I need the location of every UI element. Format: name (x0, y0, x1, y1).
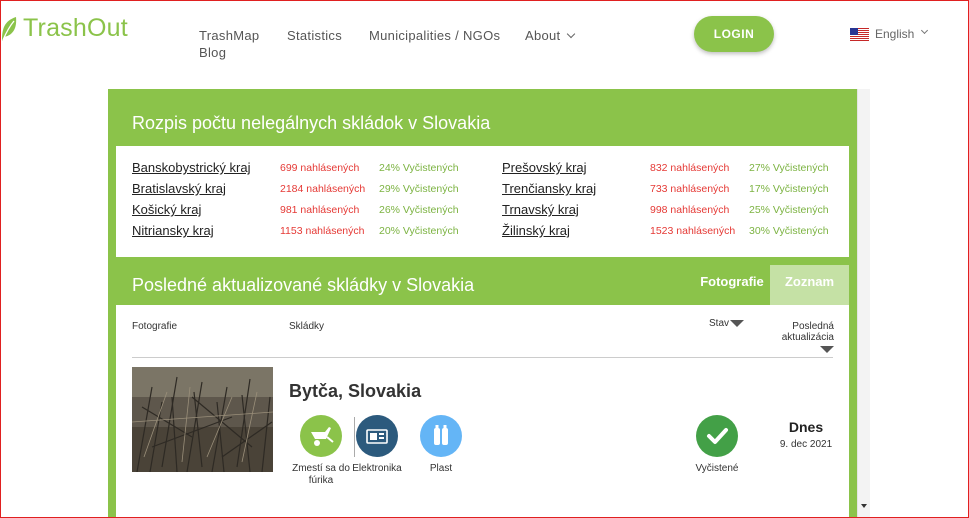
status-header-label: Stav (709, 318, 730, 329)
region-link[interactable]: Bratislavský kraj (132, 181, 226, 196)
chevron-down-icon (921, 26, 929, 34)
nav-municipalities-ngos[interactable]: Municipalities / NGOs (369, 28, 500, 43)
nav-trashmap[interactable]: TrashMap (199, 28, 259, 43)
category-label: Zmestí sa do fúrika (292, 463, 350, 486)
nav-blog[interactable]: Blog (199, 45, 226, 60)
region-cleaned-percent: 26% Vyčistených (379, 204, 459, 216)
dump-location[interactable]: Bytča, Slovakia (289, 381, 421, 402)
leaf-icon (2, 16, 17, 41)
region-cleaned-percent: 17% Vyčistených (749, 183, 829, 195)
region-link[interactable]: Košický kraj (132, 202, 201, 217)
nav-about[interactable]: About (525, 28, 576, 43)
region-cleaned-percent: 30% Vyčistených (749, 225, 829, 237)
nav-about-label: About (525, 28, 561, 43)
scroll-down-arrow-icon[interactable] (861, 504, 867, 508)
nav-statistics[interactable]: Statistics (287, 28, 342, 43)
category-electronics: Elektronika (346, 415, 408, 475)
region-cleaned-percent: 27% Vyčistených (749, 162, 829, 174)
region-reported-count: 699 nahlásených (280, 162, 360, 174)
last-update: Dnes 9. dec 2021 (761, 419, 851, 450)
chevron-down-icon (567, 29, 576, 39)
table-divider (132, 357, 833, 358)
category-label: Plast (429, 463, 453, 474)
column-header-photo: Fotografie (132, 321, 178, 332)
logo-text: TrashOut (23, 14, 128, 42)
category-plastic: Plast (410, 415, 472, 475)
region-reported-count: 1523 nahlásených (650, 225, 736, 237)
sort-down-icon[interactable] (730, 319, 745, 327)
tab-photos[interactable]: Fotografie (686, 265, 778, 305)
page-scrollbar[interactable] (857, 89, 870, 518)
language-label: English (875, 27, 915, 41)
wheelbarrow-icon (300, 415, 342, 457)
dump-photo[interactable] (132, 367, 273, 472)
region-link[interactable]: Trnavský kraj (502, 202, 579, 217)
dumps-table: Fotografie Skládky Stav Posledná aktuali… (116, 305, 849, 518)
region-reported-count: 998 nahlásených (650, 204, 730, 216)
column-header-last-update[interactable]: Posledná aktualizácia (766, 321, 834, 354)
region-link[interactable]: Trenčiansky kraj (502, 181, 596, 196)
region-reported-count: 733 nahlásených (650, 183, 730, 195)
login-button[interactable]: LOGIN (694, 16, 774, 52)
regions-list: Banskobystrický kraj 699 nahlásených 24%… (116, 146, 849, 257)
region-cleaned-percent: 24% Vyčistených (379, 162, 459, 174)
column-header-status[interactable]: Stav (709, 318, 745, 329)
region-cleaned-percent: 25% Vyčistených (749, 204, 829, 216)
region-link[interactable]: Banskobystrický kraj (132, 160, 250, 175)
region-link[interactable]: Prešovský kraj (502, 160, 587, 175)
region-reported-count: 2184 nahlásených (280, 183, 366, 195)
content-panel: Rozpis počtu nelegálnych skládok v Slova… (108, 89, 857, 518)
dump-status: Vyčistené (690, 415, 744, 474)
us-flag-icon (850, 27, 869, 41)
region-reported-count: 981 nahlásených (280, 204, 360, 216)
checkmark-icon (696, 415, 738, 457)
tab-list[interactable]: Zoznam (770, 265, 849, 305)
region-link[interactable]: Nitriansky kraj (132, 223, 214, 238)
language-selector[interactable]: English (850, 26, 929, 41)
category-wheelbarrow: Zmestí sa do fúrika (290, 415, 352, 487)
region-cleaned-percent: 20% Vyčistených (379, 225, 459, 237)
region-link[interactable]: Žilinský kraj (502, 223, 570, 238)
dumps-section-header: Posledné aktualizované skládky v Slovaki… (116, 265, 849, 305)
region-cleaned-percent: 29% Vyčistených (379, 183, 459, 195)
last-update-date: 9. dec 2021 (779, 439, 833, 450)
region-reported-count: 832 nahlásených (650, 162, 730, 174)
region-reported-count: 1153 nahlásených (280, 225, 365, 237)
plastic-bottles-icon (420, 415, 462, 457)
status-label: Vyčistené (695, 463, 739, 474)
dumps-section-title: Posledné aktualizované skládky v Slovaki… (132, 275, 475, 295)
trashout-logo[interactable]: TrashOut (0, 14, 128, 43)
regions-section-title: Rozpis počtu nelegálnych skládok v Slova… (132, 113, 491, 133)
electronics-icon (356, 415, 398, 457)
last-update-day: Dnes (788, 419, 824, 435)
last-update-header-label: Posledná aktualizácia (781, 321, 834, 343)
column-header-dumps: Skládky (289, 321, 325, 332)
category-label: Elektronika (352, 463, 402, 474)
sort-down-icon[interactable] (820, 346, 834, 354)
